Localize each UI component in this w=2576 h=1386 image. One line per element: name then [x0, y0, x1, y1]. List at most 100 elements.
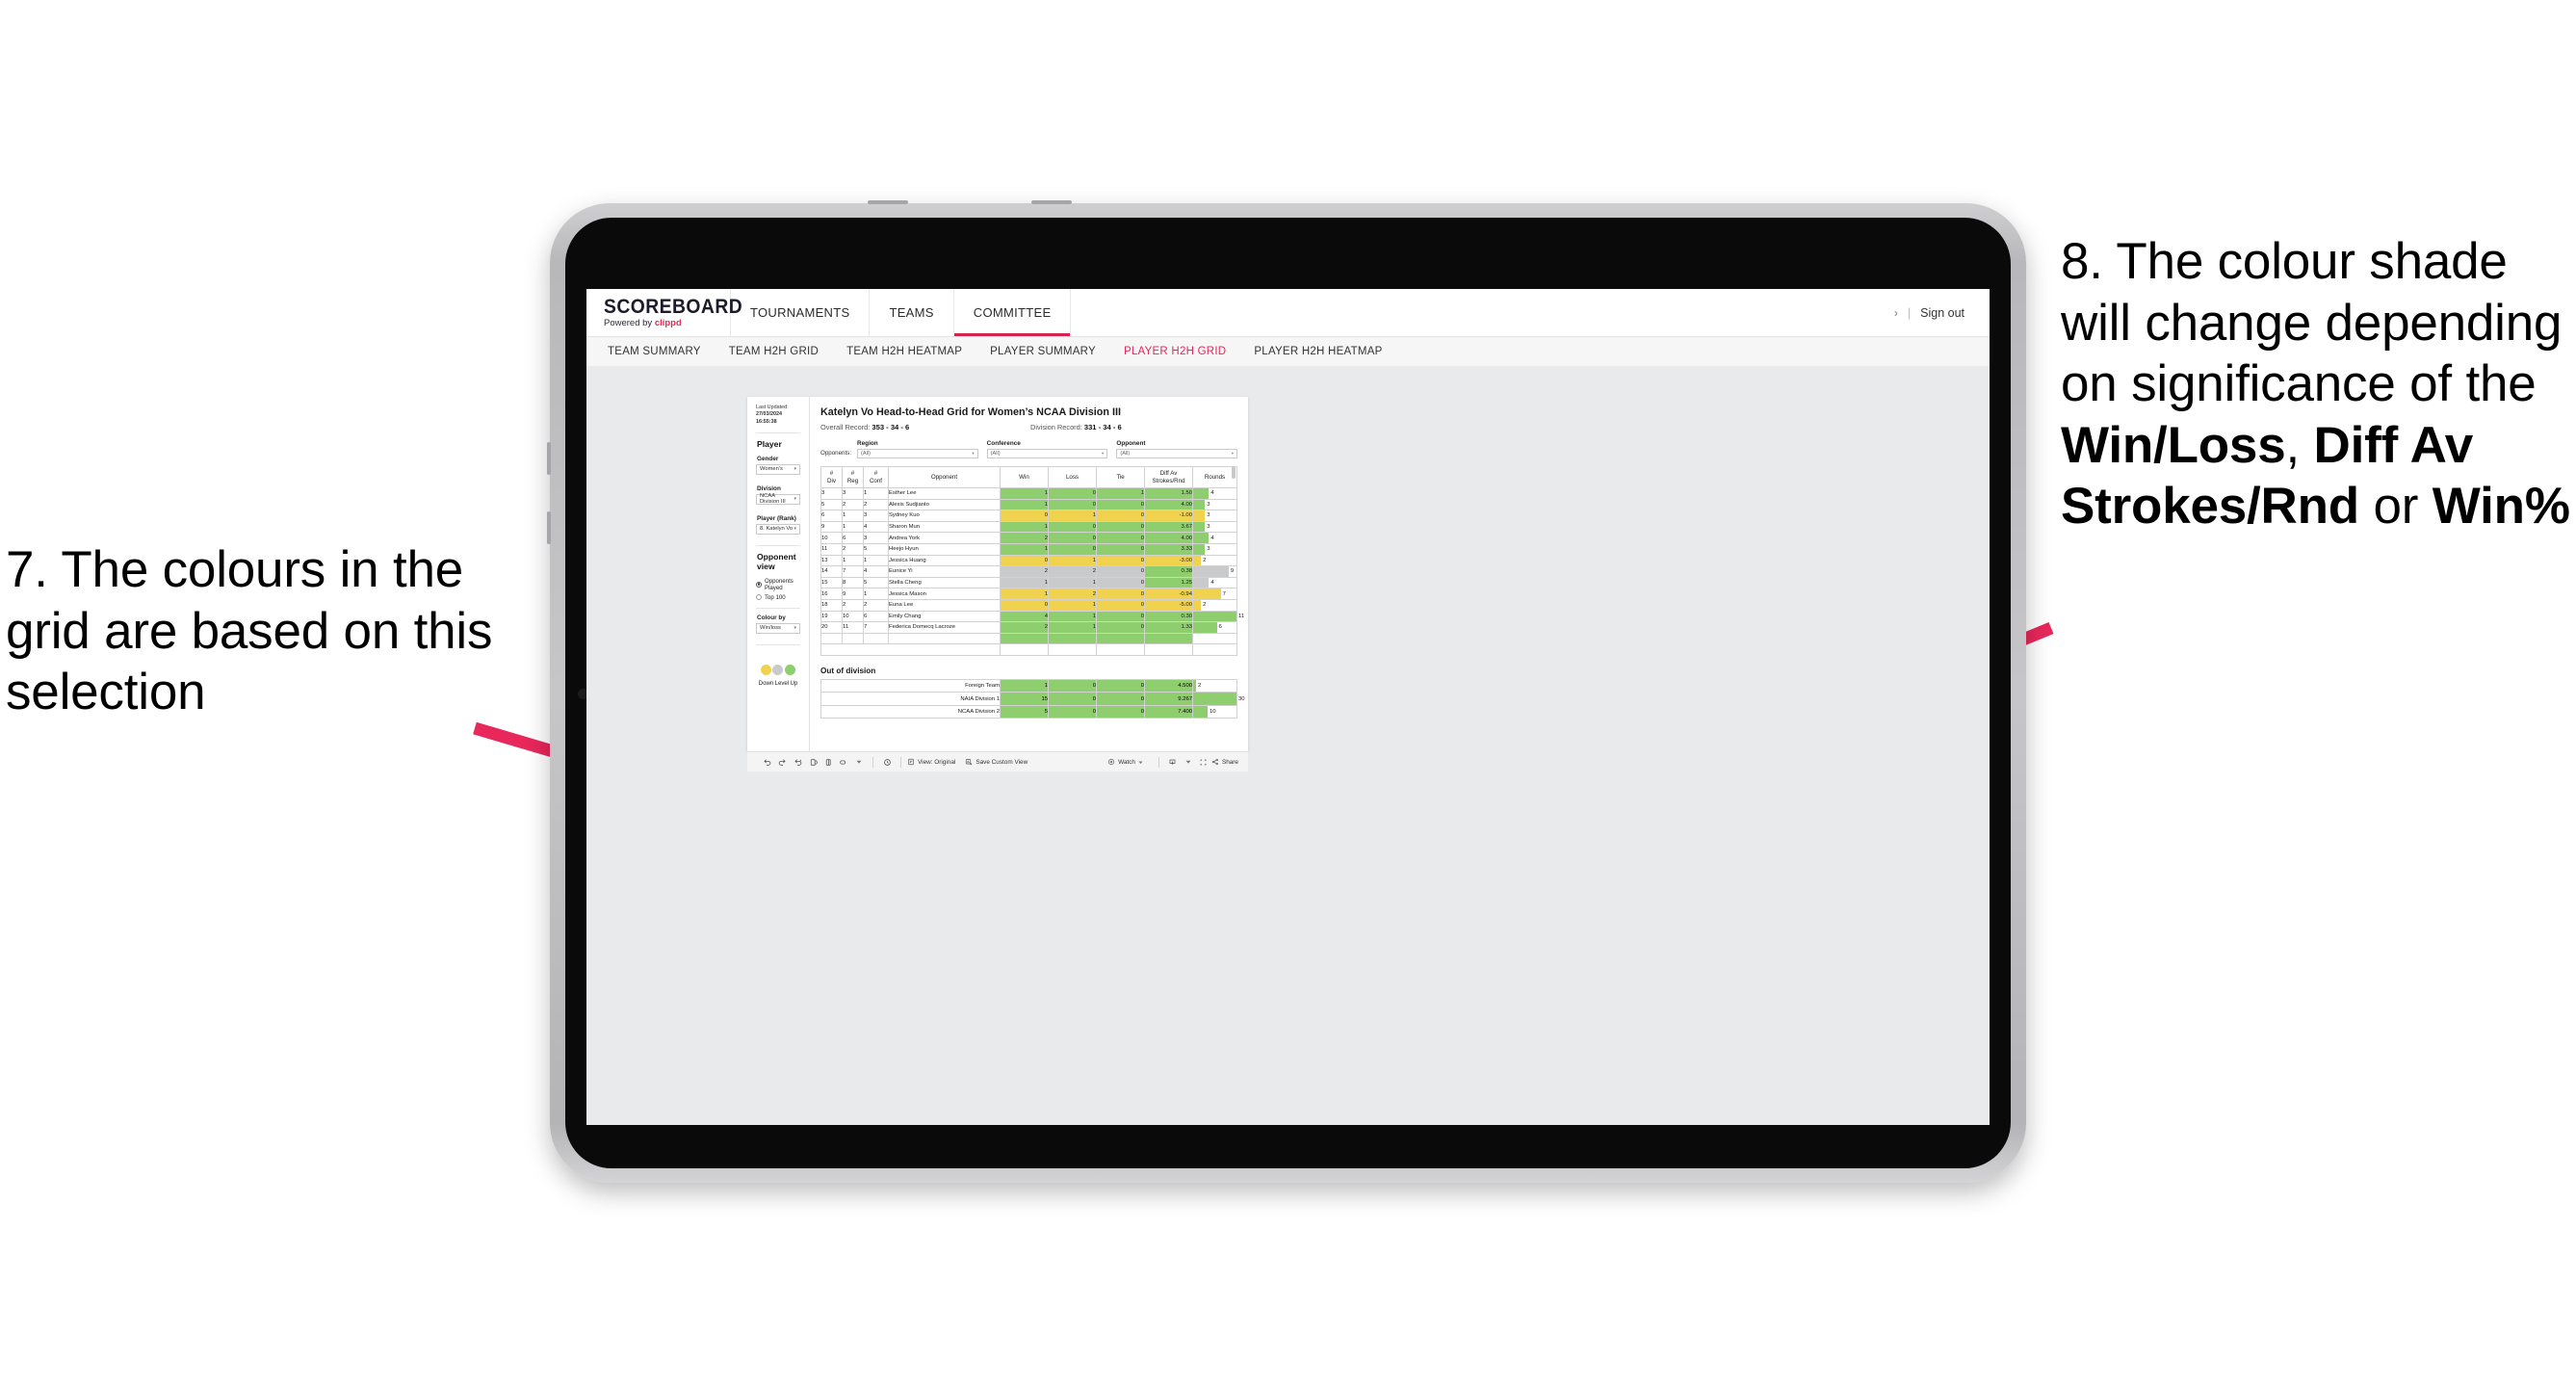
- cell-loss: 1: [1048, 576, 1097, 589]
- table-row[interactable]: NCAA Division 2 5 0 0 7.400 10: [820, 704, 1237, 719]
- annotation-right-mid2: or: [2358, 478, 2433, 536]
- chevron-down-icon: ▾: [794, 466, 796, 473]
- watch-button[interactable]: Watch: [1107, 758, 1143, 766]
- rounds-bar: [1193, 510, 1206, 521]
- table-row[interactable]: 3 3 1 Esther Lee 1 0 1 1.50 4: [820, 487, 1237, 500]
- cell-conf: 5: [863, 576, 889, 589]
- table-row[interactable]: 11 2 5 Heejo Hyun 1 0 0 3.33 3: [820, 542, 1237, 556]
- fullscreen-icon[interactable]: [1196, 758, 1211, 767]
- chevron-right-icon[interactable]: ›: [1894, 306, 1898, 320]
- cell-rounds: 4: [1192, 576, 1237, 589]
- cell-win: 4: [1000, 610, 1049, 623]
- cell-div: 16: [820, 588, 843, 600]
- download-icon[interactable]: [1165, 758, 1181, 767]
- topnav-item-committee[interactable]: COMMITTEE: [953, 289, 1072, 336]
- cell-div: 19: [820, 610, 843, 623]
- view-shape-icon[interactable]: [836, 758, 851, 767]
- subnav-item-player-h2h-heatmap[interactable]: PLAYER H2H HEATMAP: [1254, 346, 1400, 357]
- cell-clipped: [1000, 632, 1049, 645]
- radio-top-100[interactable]: Top 100: [756, 594, 800, 601]
- cell-clipped: [820, 632, 843, 645]
- cell-rounds: 2: [1192, 554, 1237, 567]
- radio-opponents-played[interactable]: Opponents Played: [756, 578, 800, 591]
- cell-diff: 1.25: [1144, 576, 1193, 589]
- table-row[interactable]: 16 9 1 Jessica Mason 1 2 0 -0.94 7: [820, 588, 1237, 600]
- gender-select[interactable]: Women’s ▾: [756, 463, 800, 475]
- conference-select[interactable]: (All) ▾: [986, 449, 1108, 458]
- division-select[interactable]: NCAA Division III ▾: [756, 493, 800, 505]
- cell-conf: 1: [863, 487, 889, 500]
- clock-icon[interactable]: [879, 758, 895, 767]
- cell-opponent: Sharon Mun: [888, 520, 1001, 534]
- cell-loss: 1: [1048, 598, 1097, 612]
- sign-out-button[interactable]: Sign out: [1920, 306, 1965, 320]
- redo-icon[interactable]: [774, 758, 790, 767]
- cell-diff: -5.00: [1144, 598, 1193, 612]
- table-row[interactable]: 9 1 4 Sharon Mun 1 0 0 3.67 3: [820, 520, 1237, 534]
- subnav-item-player-h2h-grid[interactable]: PLAYER H2H GRID: [1124, 346, 1244, 357]
- table-row[interactable]: 5 2 2 Alexis Sudjianto 1 0 0 4.00 3: [820, 498, 1237, 511]
- opponent-filters: Opponents: Region (All) ▾ Conference (Al…: [820, 440, 1238, 458]
- cell-div: 6: [820, 510, 843, 522]
- share-button[interactable]: Share: [1211, 758, 1238, 766]
- topnav-item-teams[interactable]: TEAMS: [870, 289, 954, 336]
- player-rank-select[interactable]: 8. Katelyn Vo ▾: [756, 523, 800, 535]
- table-row[interactable]: NAIA Division 1 15 0 0 9.267 30: [820, 692, 1245, 706]
- subnav-item-team-summary[interactable]: TEAM SUMMARY: [608, 346, 719, 357]
- table-row[interactable]: 18 2 2 Euna Lee 0 1 0 -5.00 2: [820, 598, 1237, 612]
- rounds-bar: [1193, 599, 1202, 611]
- legend-label-up: Up: [790, 679, 798, 687]
- legend-labels: Down Level Up: [756, 680, 800, 687]
- subnav-item-team-h2h-heatmap[interactable]: TEAM H2H HEATMAP: [846, 346, 980, 357]
- opponent-select[interactable]: (All) ▾: [1116, 449, 1238, 458]
- chevron-down-icon[interactable]: [851, 759, 867, 765]
- rounds-value: 3: [1207, 524, 1210, 531]
- cell-tie: 0: [1096, 565, 1145, 578]
- cell-opponent: Alexis Sudjianto: [888, 498, 1001, 511]
- cell-rounds: 7: [1192, 588, 1237, 600]
- out-of-division-body: Foreign Team 1 0 0 4.500 2 NAIA Division 1 15 0 0…: [820, 678, 1245, 719]
- cell-diff: 3.67: [1144, 520, 1193, 534]
- table-row[interactable]: 15 8 5 Stella Cheng 1 1 0 1.25 4: [820, 576, 1237, 589]
- bezel-button-left-2: [547, 511, 551, 544]
- table-row[interactable]: 19 10 6 Emily Chang 4 1 0 0.30 11: [820, 610, 1244, 623]
- subnav-item-team-h2h-grid[interactable]: TEAM H2H GRID: [729, 346, 837, 357]
- table-row[interactable]: 13 1 1 Jessica Huang 0 1 0 -3.00 2: [820, 554, 1237, 567]
- cell-reg: 6: [842, 532, 864, 544]
- topnav-item-tournaments[interactable]: TOURNAMENTS: [731, 289, 871, 336]
- table-row[interactable]: 10 6 3 Andrea York 2 0 0 4.00 4: [820, 532, 1237, 544]
- refresh-icon[interactable]: [805, 758, 820, 767]
- cell-empty: [1192, 643, 1237, 656]
- cell-conf: 2: [863, 598, 889, 612]
- bezel-button-top-1: [868, 200, 908, 204]
- colour-by-select[interactable]: Win/loss ▾: [756, 622, 800, 634]
- brand-logo[interactable]: SCOREBOARD Powered by clippd: [586, 289, 742, 336]
- player-rank-value: 8. Katelyn Vo: [760, 526, 794, 533]
- view-original-button[interactable]: View: Original: [907, 758, 955, 766]
- grid-scrollbar[interactable]: [1232, 466, 1236, 479]
- region-select[interactable]: (All) ▾: [857, 449, 978, 458]
- save-custom-view-button[interactable]: Save Custom View: [965, 758, 1028, 766]
- table-row[interactable]: 14 7 4 Eunice Yi 2 2 0 0.38 9: [820, 565, 1237, 578]
- cell-ood-name: Foreign Team: [820, 678, 1001, 693]
- table-row[interactable]: Foreign Team 1 0 0 4.500 2: [820, 678, 1237, 693]
- rounds-value: 3: [1207, 546, 1210, 553]
- subnav-item-player-summary[interactable]: PLAYER SUMMARY: [990, 346, 1114, 357]
- topnav-label-committee: COMMITTEE: [973, 305, 1052, 320]
- cell-diff: -0.94: [1144, 588, 1193, 600]
- cell-loss: 0: [1048, 532, 1097, 544]
- rounds-value: 4: [1210, 490, 1214, 497]
- cell-loss: 1: [1048, 610, 1097, 623]
- revert-icon[interactable]: [790, 758, 805, 767]
- topnav-divider: |: [1907, 305, 1912, 320]
- chevron-down-icon[interactable]: [1181, 759, 1196, 765]
- cell-conf: 3: [863, 532, 889, 544]
- table-row[interactable]: 6 1 3 Sydney Kuo 0 1 0 -1.00 3: [820, 510, 1237, 522]
- last-updated-label: Last Updated:: [756, 405, 789, 410]
- rounds-value: 11: [1238, 613, 1245, 619]
- table-row[interactable]: 20 11 7 Federica Domecq Lacroze 2 1 0 1.33 6: [820, 621, 1237, 634]
- cell-rounds: 6: [1192, 621, 1237, 634]
- undo-icon[interactable]: [759, 758, 774, 767]
- pause-icon[interactable]: [820, 758, 836, 767]
- rounds-bar: [1193, 577, 1210, 588]
